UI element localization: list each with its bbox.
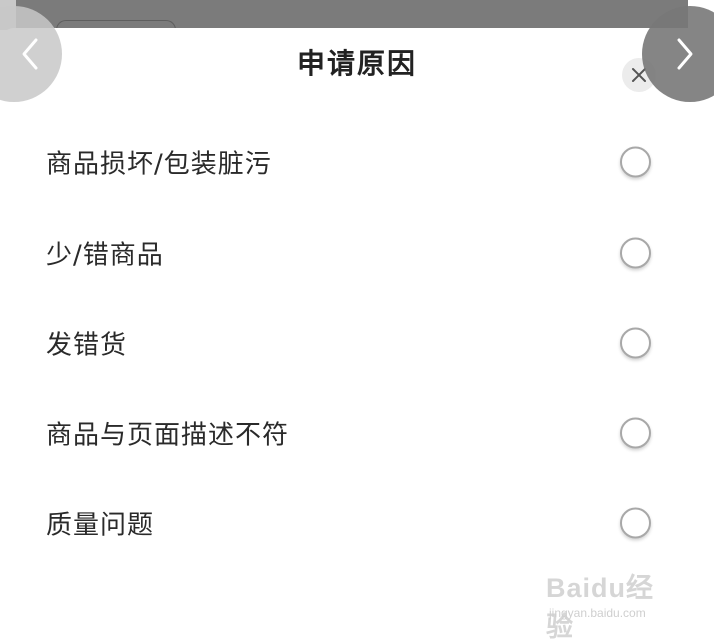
radio-button[interactable] [620, 327, 651, 359]
radio-button[interactable] [620, 417, 651, 449]
reason-option[interactable]: 质量问题 [0, 478, 714, 568]
baidu-jingyan-watermark: Baidu经验 jingyan.baidu.com [546, 566, 681, 642]
radio-button[interactable] [620, 146, 651, 178]
reason-option-label: 发错货 [46, 330, 128, 361]
radio-button[interactable] [620, 507, 651, 539]
watermark-brand: Baidu经验 [546, 573, 655, 642]
reason-option[interactable]: 商品与页面描述不符 [0, 388, 714, 478]
reason-option[interactable]: 发错货 [0, 298, 714, 388]
sheet-title: 申请原因 [296, 47, 417, 80]
reason-option-label: 少/错商品 [46, 240, 164, 271]
radio-button[interactable] [620, 237, 651, 269]
reason-option-label: 商品损坏/包装脏污 [46, 149, 272, 180]
chevron-right-icon [677, 38, 693, 70]
reason-option[interactable]: 少/错商品 [0, 208, 714, 298]
reason-option-label: 质量问题 [46, 510, 155, 541]
reason-option[interactable]: 商品损坏/包装脏污 [0, 117, 714, 207]
watermark-url: jingyan.baidu.com [549, 606, 646, 620]
background-overlay [0, 0, 714, 37]
reason-option-label: 商品与页面描述不符 [46, 420, 290, 451]
chevron-left-icon [22, 38, 38, 70]
